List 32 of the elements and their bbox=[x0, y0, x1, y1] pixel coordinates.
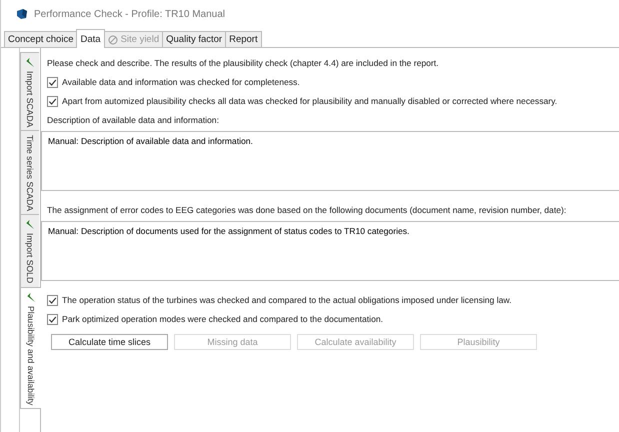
side-tab[interactable]: Plausibility and availability bbox=[20, 286, 41, 409]
side-tab[interactable]: Import SOLD bbox=[20, 214, 39, 288]
checkbox-label: Park optimized operation modes were checked and compared to the documentation. bbox=[62, 314, 384, 324]
check-icon bbox=[24, 219, 36, 230]
action-button[interactable]: Calculate time slices bbox=[51, 334, 168, 350]
instruction-text: The assignment of error codes to EEG categories was done based on the following documents (document name, revision number, date): bbox=[47, 204, 568, 217]
check-icon bbox=[26, 292, 36, 303]
checkbox[interactable] bbox=[47, 76, 58, 88]
app-icon bbox=[16, 8, 28, 20]
text-field[interactable]: Manual: Description of documents used for the assignment of status codes to TR10 categories. bbox=[41, 221, 619, 281]
checkbox[interactable] bbox=[47, 294, 58, 306]
checkbox[interactable] bbox=[47, 314, 58, 324]
side-tab[interactable]: Time series SCADA bbox=[20, 130, 39, 216]
checkbox-label: Available data and information was checked for completeness. bbox=[62, 77, 300, 87]
check-icon bbox=[48, 314, 57, 324]
check-icon bbox=[48, 296, 57, 304]
tab[interactable]: Concept choice bbox=[4, 31, 78, 47]
checkbox-label: Apart from automized plausibility checks all data was checked for plausibility and manually disabled or corrected where necessary. bbox=[62, 96, 558, 106]
check-icon bbox=[48, 78, 57, 86]
tab[interactable]: Report bbox=[225, 31, 262, 47]
tab[interactable]: Quality factor bbox=[162, 31, 226, 47]
prohibited-icon bbox=[108, 34, 118, 44]
check-icon bbox=[48, 96, 57, 106]
side-tab[interactable]: Import SCADA bbox=[20, 52, 39, 132]
window-title: Performance Check - Profile: TR10 Manual bbox=[34, 8, 226, 20]
text-field[interactable]: Manual: Description of available data and information. bbox=[41, 131, 619, 191]
checkbox-label: The operation status of the turbines was checked and compared to the actual obligations imposed under licensing law. bbox=[62, 295, 512, 305]
check-icon bbox=[24, 57, 36, 68]
checkbox[interactable] bbox=[47, 96, 58, 106]
instruction-text: Description of available data and information: bbox=[47, 114, 220, 127]
tab[interactable]: Data bbox=[76, 29, 105, 48]
instruction-text: Please check and describe. The results of the plausibility check (chapter 4.4) are included in the report. bbox=[47, 57, 440, 70]
